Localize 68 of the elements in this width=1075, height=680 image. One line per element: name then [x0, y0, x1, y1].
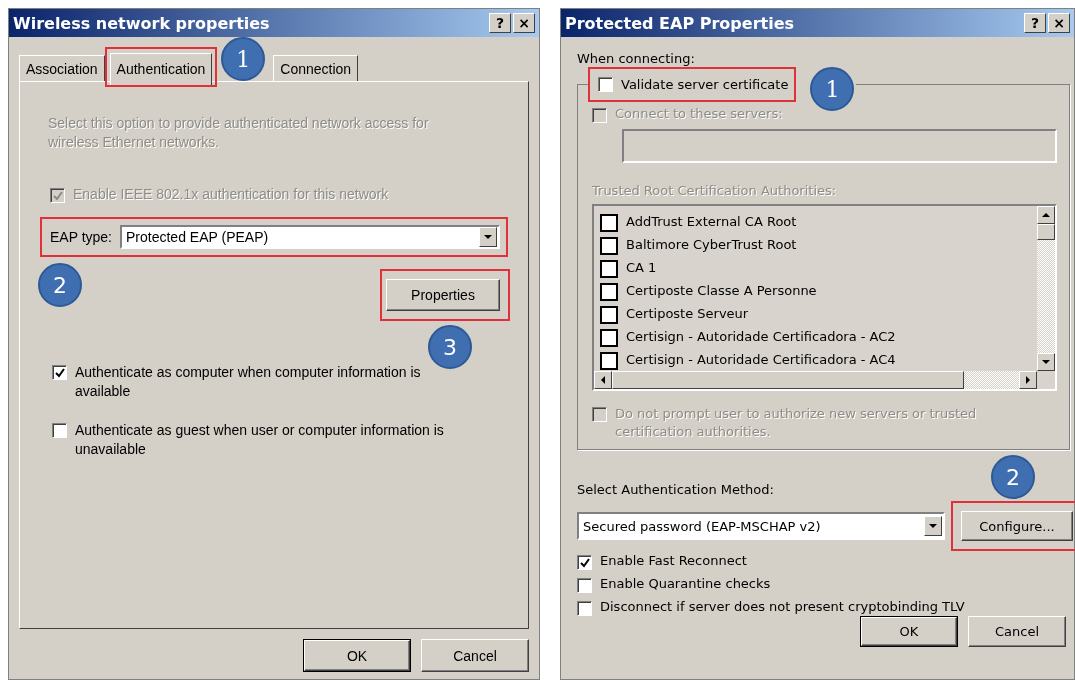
scroll-thumb[interactable]	[612, 371, 964, 389]
field-label: Select Authentication Method:	[577, 482, 775, 497]
list-item[interactable]: Certisign - Autoridade Certificadora - AC4	[626, 352, 896, 367]
checkbox[interactable]	[600, 213, 618, 232]
right-arrow-icon[interactable]	[1026, 376, 1030, 384]
description-text: Select this option to provide authenticated network access for wireless Ethernet networks.	[48, 114, 430, 152]
checkbox[interactable]	[600, 328, 618, 347]
eap-type-dropdown[interactable]: Protected EAP (PEAP)	[120, 225, 500, 249]
cancel-button[interactable]: Cancel	[421, 639, 529, 672]
list-item[interactable]: Certisign - Autoridade Certificadora - AC2	[626, 329, 896, 344]
list-item[interactable]: AddTrust External CA Root	[626, 214, 797, 229]
left-arrow-icon[interactable]	[601, 376, 605, 384]
checkbox[interactable]	[600, 351, 618, 370]
list-label: Trusted Root Certification Authorities:	[592, 183, 838, 198]
scroll-down-button[interactable]	[1037, 353, 1055, 371]
list-item[interactable]: Baltimore CyberTrust Root	[626, 237, 797, 252]
checkbox-label: Connect to these servers:	[615, 106, 783, 121]
checkbox-label: Enable Quarantine checks	[600, 576, 771, 591]
help-button[interactable]: ?	[489, 13, 511, 33]
scroll-up-button[interactable]	[1037, 206, 1055, 224]
down-arrow-icon[interactable]	[1042, 360, 1050, 364]
tab[interactable]: Authentication	[109, 53, 213, 85]
step-number: 2	[991, 455, 1035, 499]
field-label: EAP type:	[50, 229, 112, 245]
properties-button[interactable]: Properties	[386, 279, 500, 311]
list-item[interactable]: Certiposte Classe A Personne	[626, 283, 817, 298]
checkbox-label: Authenticate as guest when user or computer information is unavailable	[75, 421, 445, 459]
scroll-right-button[interactable]	[1019, 371, 1037, 389]
checkbox-label: Enable Fast Reconnect	[600, 553, 747, 568]
scroll-thumb[interactable]	[1037, 224, 1055, 240]
help-button[interactable]: ?	[1024, 13, 1046, 33]
window-title: Wireless network properties	[13, 13, 270, 33]
close-button[interactable]: ×	[1048, 13, 1070, 33]
checkbox[interactable]	[52, 423, 67, 438]
step-number: 3	[428, 325, 472, 369]
checkbox[interactable]	[577, 555, 592, 570]
step-number: 2	[38, 263, 82, 307]
vertical-scrollbar[interactable]	[1037, 206, 1055, 371]
checkbox[interactable]	[577, 601, 592, 616]
close-button[interactable]: ×	[513, 13, 535, 33]
checkbox[interactable]	[600, 282, 618, 301]
checkbox[interactable]	[600, 305, 618, 324]
tab[interactable]: Association	[19, 55, 105, 81]
checkbox-label: Do not prompt user to authorize new servers or trusted certification authorities.	[615, 405, 978, 441]
cancel-button[interactable]: Cancel	[968, 616, 1066, 647]
configure-button[interactable]: Configure...	[961, 511, 1073, 541]
ok-button[interactable]: OK	[303, 639, 411, 672]
checkbox[interactable]	[600, 236, 618, 255]
auth-method-dropdown[interactable]: Secured password (EAP-MSCHAP v2)	[577, 512, 945, 540]
up-arrow-icon[interactable]	[1042, 213, 1050, 217]
scroll-left-button[interactable]	[594, 371, 612, 389]
checkbox[interactable]	[600, 259, 618, 278]
tab[interactable]: Connection	[273, 55, 359, 81]
checkbox-label: Enable IEEE 802.1x authentication for this network	[73, 186, 389, 202]
checkbox-label: Validate server certificate	[621, 77, 789, 92]
ok-button[interactable]: OK	[860, 616, 958, 647]
step-number: 1	[221, 37, 266, 81]
checkbox[interactable]	[577, 578, 592, 593]
step-number: 1	[810, 67, 855, 111]
servers-input-field[interactable]	[622, 129, 1057, 163]
window-title: Protected EAP Properties	[565, 13, 795, 33]
section-label: When connecting:	[577, 51, 696, 67]
checkbox[interactable]	[52, 365, 67, 380]
checkbox[interactable]	[598, 77, 613, 92]
checkbox-label: Authenticate as computer when computer information is available	[75, 363, 422, 401]
checkbox-label: Disconnect if server does not present cryptobinding TLV	[600, 599, 965, 614]
list-item[interactable]: Certiposte Serveur	[626, 306, 749, 321]
list-item[interactable]: CA 1	[626, 260, 657, 275]
